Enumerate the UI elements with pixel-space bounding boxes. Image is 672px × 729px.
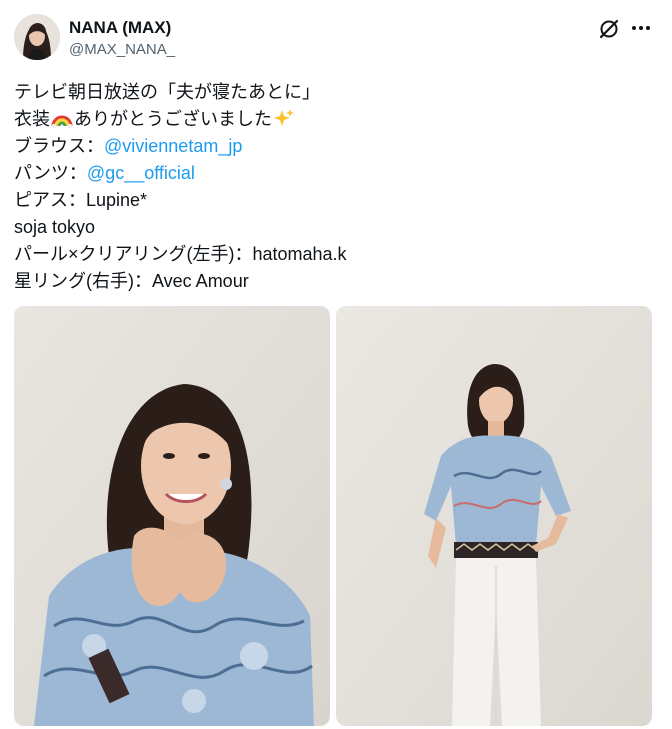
grok-icon[interactable]: [596, 16, 622, 42]
tweet-text: テレビ朝日放送の「夫が寝たあとに」 衣装 ありがとうございました ブラウス：@v…: [14, 79, 654, 295]
mention-viviennetam[interactable]: @viviennetam_jp: [104, 136, 242, 156]
tweet-photo-1[interactable]: [14, 306, 330, 726]
author-handle[interactable]: @MAX_NANA_: [69, 41, 175, 59]
tweet-line-5: ピアス：Lupine*: [14, 190, 148, 210]
tweet-line-1: テレビ朝日放送の「夫が寝たあとに」: [14, 82, 320, 102]
mention-gc-official[interactable]: @gc__official: [87, 163, 195, 183]
tweet-line-7: パール×クリアリング(左手)：hatomaha.k: [14, 244, 347, 264]
author-name[interactable]: NANA (MAX): [69, 18, 171, 38]
tweet-line-4: パンツ：@gc__official: [14, 160, 654, 187]
tweet-line-3: ブラウス：@viviennetam_jp: [14, 133, 654, 160]
blouse-label: ブラウス：: [14, 136, 104, 156]
tweet-line-2-a: 衣装: [14, 109, 50, 129]
tweet-line-2: 衣装 ありがとうございました: [14, 106, 654, 133]
rainbow-emoji: [51, 108, 73, 129]
pants-label: パンツ：: [14, 163, 87, 183]
tweet-photo-2[interactable]: [336, 306, 652, 726]
tweet-line-6: soja tokyo: [14, 217, 96, 237]
avatar[interactable]: [14, 14, 60, 60]
sparkles-emoji: [273, 108, 295, 128]
tweet-line-8: 星リング(右手)：Avec Amour: [14, 271, 249, 291]
more-icon[interactable]: [628, 15, 654, 41]
tweet-line-2-b: ありがとうございました: [74, 109, 272, 129]
tweet-card: NANA (MAX) @MAX_NANA_ テレビ朝日放送の「夫が寝たあとに」 …: [0, 0, 672, 729]
